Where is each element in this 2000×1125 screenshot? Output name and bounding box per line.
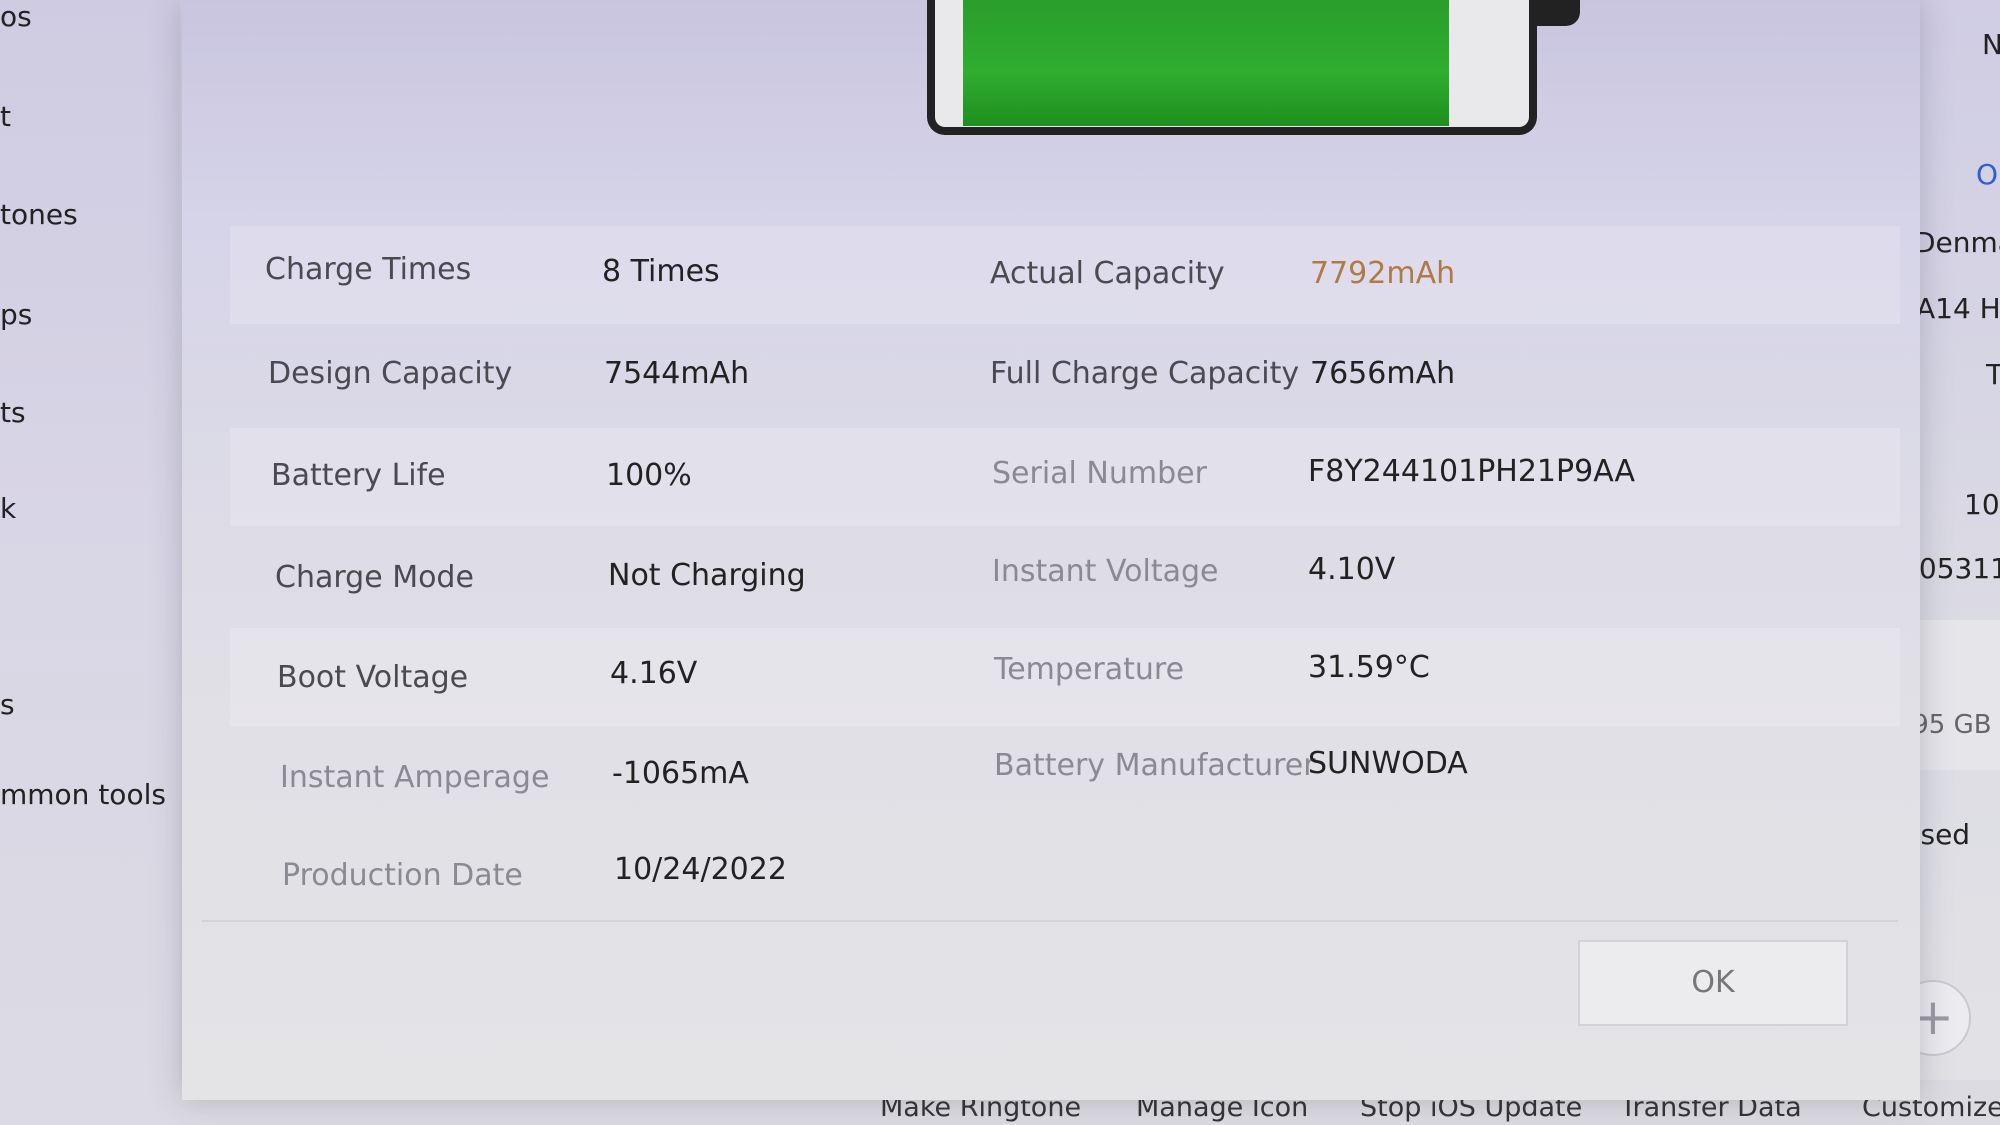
sidebar: os t tones ps ts k s mmon tools xyxy=(0,0,180,1125)
info-text-2: 10 xyxy=(1964,488,2000,521)
info-text-1: T xyxy=(1986,358,2000,391)
label-charge-mode: Charge Mode xyxy=(275,560,474,595)
sidebar-item-common-tools[interactable]: mmon tools xyxy=(0,778,166,811)
value-design-capacity: 7544mAh xyxy=(604,356,750,391)
serial-text: )053114 xyxy=(1908,552,2000,585)
battery-details-dialog xyxy=(182,0,1920,1100)
value-boot-voltage: 4.16V xyxy=(610,656,698,691)
device-link[interactable]: O xyxy=(1976,158,1998,191)
label-production-date: Production Date xyxy=(282,858,523,893)
battery-terminal xyxy=(1532,0,1580,26)
ok-button[interactable]: OK xyxy=(1578,940,1848,1026)
value-charge-mode: Not Charging xyxy=(608,558,806,593)
sidebar-item-book[interactable]: k xyxy=(0,492,16,525)
label-temperature: Temperature xyxy=(994,652,1185,687)
value-instant-voltage: 4.10V xyxy=(1308,552,1396,587)
label-battery-manufacturer: Battery Manufacturer xyxy=(994,748,1316,783)
battery-body xyxy=(927,0,1537,135)
dialog-divider xyxy=(202,920,1898,922)
value-serial-number: F8Y244101PH21P9AA xyxy=(1308,454,1636,489)
label-charge-times: Charge Times xyxy=(265,252,472,287)
chip-text: A14 H xyxy=(1916,292,2000,325)
device-name-text: N xyxy=(1982,28,2000,61)
label-design-capacity: Design Capacity xyxy=(268,356,513,391)
battery-icon xyxy=(927,0,1580,135)
sidebar-item-photos[interactable]: ps xyxy=(0,298,32,331)
label-actual-capacity: Actual Capacity xyxy=(990,256,1225,291)
sidebar-item-contacts[interactable]: ts xyxy=(0,396,26,429)
value-temperature: 31.59°C xyxy=(1308,650,1430,685)
value-actual-capacity: 7792mAh xyxy=(1310,256,1456,291)
label-serial-number: Serial Number xyxy=(992,456,1207,491)
sidebar-item-ringtones[interactable]: tones xyxy=(0,198,78,231)
value-battery-manufacturer: SUNWODA xyxy=(1308,746,1468,781)
value-instant-amperage: -1065mA xyxy=(612,756,749,791)
value-battery-life: 100% xyxy=(606,458,692,493)
sidebar-item-files[interactable]: s xyxy=(0,688,15,721)
label-full-charge-capacity: Full Charge Capacity xyxy=(990,356,1300,391)
label-instant-voltage: Instant Voltage xyxy=(992,554,1219,589)
label-instant-amperage: Instant Amperage xyxy=(280,760,550,795)
sidebar-item-apps[interactable]: os xyxy=(0,0,32,33)
battery-level-fill xyxy=(963,0,1449,126)
value-production-date: 10/24/2022 xyxy=(614,852,787,887)
label-boot-voltage: Boot Voltage xyxy=(277,660,469,695)
sidebar-item-music[interactable]: t xyxy=(0,100,11,133)
value-charge-times: 8 Times xyxy=(602,254,720,289)
region-text: Denma xyxy=(1914,226,2000,259)
label-battery-life: Battery Life xyxy=(271,458,446,493)
value-full-charge-capacity: 7656mAh xyxy=(1310,356,1456,391)
